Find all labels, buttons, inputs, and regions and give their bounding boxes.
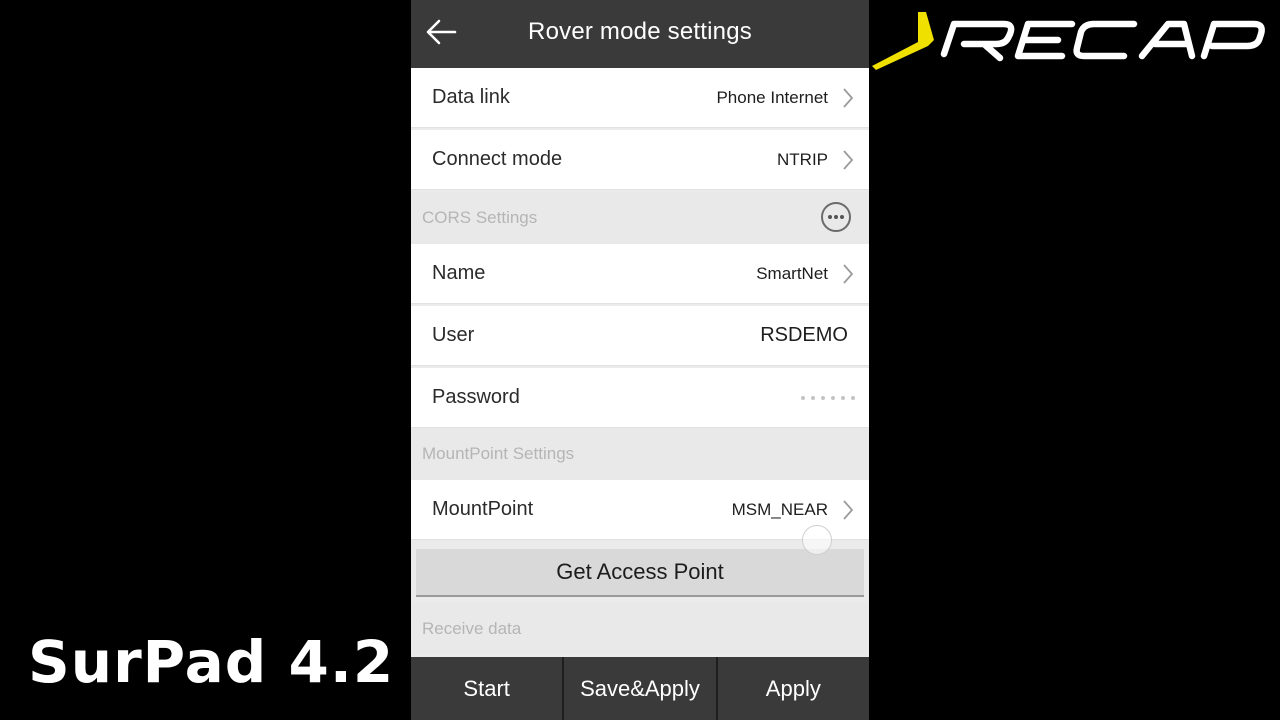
chevron-right-icon [843, 264, 854, 284]
more-icon-dot [834, 215, 838, 219]
mountpoint-settings-header: MountPoint Settings [411, 428, 869, 480]
password-label: Password [432, 386, 520, 408]
mountpoint-value: MSM_NEAR [731, 499, 828, 519]
name-label: Name [432, 262, 486, 284]
user-row[interactable]: User RSDEMO [411, 306, 869, 366]
mountpoint-row[interactable]: MountPoint MSM_NEAR [411, 480, 869, 540]
start-button[interactable]: Start [411, 657, 565, 720]
top-app-bar: Rover mode settings [411, 0, 869, 68]
phone-screen: Rover mode settings Data link Phone Inte… [411, 0, 869, 720]
apply-button[interactable]: Apply [718, 657, 869, 720]
recap-logo [872, 12, 1265, 70]
cors-settings-header: CORS Settings [411, 192, 869, 244]
chevron-right-icon [843, 150, 854, 170]
chevron-right-icon [843, 88, 854, 108]
password-mask-dot [831, 396, 835, 400]
page-title: Rover mode settings [528, 18, 752, 45]
data-link-label: Data link [432, 86, 510, 108]
cors-settings-title: CORS Settings [422, 208, 538, 227]
password-field[interactable] [795, 396, 855, 400]
connect-mode-value: NTRIP [777, 149, 828, 169]
password-mask-dot [821, 396, 825, 400]
save-apply-button[interactable]: Save&Apply [564, 657, 718, 720]
data-link-value: Phone Internet [716, 87, 828, 107]
password-mask-dot [851, 396, 855, 400]
more-options-button[interactable] [821, 202, 851, 232]
name-value: SmartNet [756, 263, 828, 283]
password-row[interactable]: Password [411, 368, 869, 428]
password-mask-dot [811, 396, 815, 400]
data-link-row[interactable]: Data link Phone Internet [411, 68, 869, 128]
name-row[interactable]: Name SmartNet [411, 244, 869, 304]
connect-mode-label: Connect mode [432, 148, 563, 170]
mountpoint-settings-title: MountPoint Settings [422, 444, 575, 463]
more-icon-dot [840, 215, 845, 219]
receive-data-title: Receive data [422, 619, 522, 638]
receive-data-header: Receive data [411, 603, 869, 655]
mountpoint-label: MountPoint [432, 498, 534, 520]
touch-indicator [802, 525, 832, 555]
password-mask-dot [841, 396, 845, 400]
more-icon-dot [827, 215, 832, 219]
password-mask-dot [801, 396, 805, 400]
video-overlay-title: SurPad 4.2 [28, 628, 395, 696]
get-access-point-button[interactable]: Get Access Point [416, 549, 864, 597]
user-field[interactable]: RSDEMO [760, 324, 848, 347]
bottom-action-bar: Start Save&Apply Apply [411, 657, 869, 720]
connect-mode-row[interactable]: Connect mode NTRIP [411, 130, 869, 190]
chevron-right-icon [843, 500, 854, 520]
user-label: User [432, 324, 475, 346]
